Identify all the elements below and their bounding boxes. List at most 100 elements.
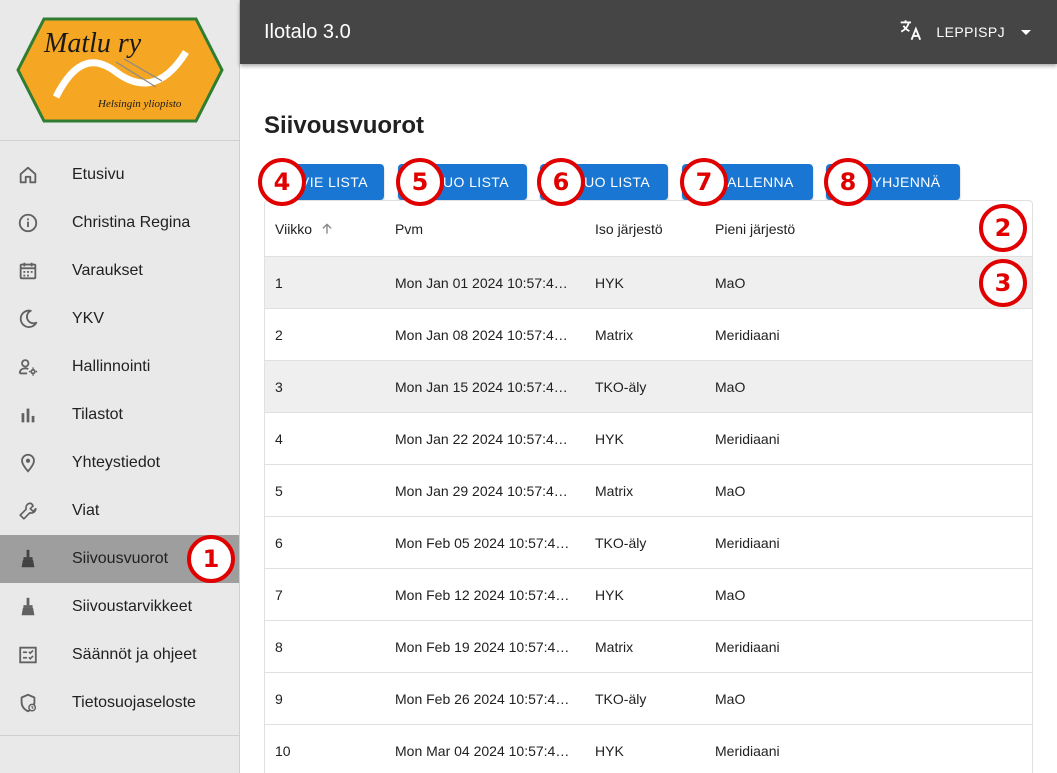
cell-pvm: Mon Jan 22 2024 10:57:49 GMT+0200 — [395, 430, 575, 447]
table-row[interactable]: 1 Mon Jan 01 2024 10:57:49 GMT+0200 HYK … — [265, 257, 1032, 309]
cell-pieni-jarjesto: Meridiaani — [715, 638, 780, 655]
page-title: Siivousvuorot — [264, 112, 425, 139]
annotation-marker-3: 3 — [979, 259, 1027, 307]
cell-iso-jarjesto: Matrix — [595, 638, 634, 655]
user-menu[interactable]: LEPPISPJ — [898, 0, 1031, 64]
cell-pieni-jarjesto: MaO — [715, 690, 746, 707]
cell-viikko: 7 — [275, 586, 283, 603]
matlu-logo-icon: Matlu ry Helsingin yliopisto — [15, 17, 224, 123]
sidebar-item-label: Hallinnointi — [72, 358, 151, 375]
sidebar-item-label: Varaukset — [72, 262, 143, 279]
cell-viikko: 9 — [275, 690, 283, 707]
sidebar-item-viat[interactable]: Viat — [0, 487, 239, 535]
home-icon — [17, 164, 39, 186]
sidebar-item-label: Etusivu — [72, 166, 125, 183]
sidebar-item-label: Siivousvuorot — [72, 550, 169, 567]
table-row[interactable]: 5 Mon Jan 29 2024 10:57:49 GMT+0200 Matr… — [265, 465, 1032, 517]
wrench-icon — [17, 500, 39, 522]
table-row[interactable]: 9 Mon Feb 26 2024 10:57:49 GMT+0200 TKO-… — [265, 673, 1032, 725]
cleaning-shifts-table: Viikko Pvm Iso järjestö Pieni järjestö 1… — [264, 200, 1033, 773]
cell-pvm: Mon Mar 04 2024 10:57:49 GMT+0200 — [395, 742, 575, 759]
annotation-marker-7: 7 — [680, 158, 728, 206]
cell-pvm: Mon Jan 15 2024 10:57:49 GMT+0200 — [395, 378, 575, 395]
cell-pvm: Mon Feb 12 2024 10:57:49 GMT+0200 — [395, 586, 575, 603]
manage-accounts-icon — [17, 356, 39, 378]
sidebar-item-saannot-ja-ohjeet[interactable]: Säännöt ja ohjeet — [0, 631, 239, 679]
table-row[interactable]: 2 Mon Jan 08 2024 10:57:49 GMT+0200 Matr… — [265, 309, 1032, 361]
cell-pvm: Mon Jan 08 2024 10:57:49 GMT+0200 — [395, 326, 575, 343]
table-row[interactable]: 10 Mon Mar 04 2024 10:57:49 GMT+0200 HYK… — [265, 725, 1032, 773]
column-header-viikko[interactable]: Viikko — [265, 221, 385, 237]
info-icon — [17, 212, 39, 234]
sidebar-item-tietosuojaseloste[interactable]: Tietosuojaseloste — [0, 679, 239, 727]
column-header-pieni-jarjesto[interactable]: Pieni järjestö — [705, 221, 885, 237]
rules-checklist-icon — [17, 644, 39, 666]
cell-pieni-jarjesto: Meridiaani — [715, 326, 780, 343]
table-row[interactable]: 4 Mon Jan 22 2024 10:57:49 GMT+0200 HYK … — [265, 413, 1032, 465]
sidebar-item-varaukset[interactable]: Varaukset — [0, 247, 239, 295]
column-header-pvm[interactable]: Pvm — [385, 221, 585, 237]
cell-iso-jarjesto: HYK — [595, 430, 624, 447]
cell-iso-jarjesto: TKO-äly — [595, 378, 647, 395]
cell-iso-jarjesto: Matrix — [595, 326, 634, 343]
sidebar-item-yhteystiedot[interactable]: Yhteystiedot — [0, 439, 239, 487]
sidebar-item-label: Yhteystiedot — [72, 454, 161, 471]
chevron-down-icon[interactable] — [1021, 29, 1031, 35]
table-row[interactable]: 8 Mon Feb 19 2024 10:57:49 GMT+0200 Matr… — [265, 621, 1032, 673]
cell-pvm: Mon Feb 05 2024 10:57:49 GMT+0200 — [395, 534, 575, 551]
cell-pvm: Mon Feb 19 2024 10:57:49 GMT+0200 — [395, 638, 575, 655]
logo-name: Matlu ry — [43, 28, 142, 59]
cell-pieni-jarjesto: Meridiaani — [715, 534, 780, 551]
translate-icon[interactable] — [898, 17, 924, 48]
button-label: VIE LISTA — [300, 174, 368, 190]
cell-pvm: Mon Feb 26 2024 10:57:49 GMT+0200 — [395, 690, 575, 707]
button-label: LUO LISTA — [575, 174, 651, 190]
table-row[interactable]: 3 Mon Jan 15 2024 10:57:49 GMT+0200 TKO-… — [265, 361, 1032, 413]
cell-iso-jarjesto: Matrix — [595, 482, 634, 499]
sidebar-nav: Etusivu Christina Regina Varaukset YKV H… — [0, 141, 239, 727]
app-header: Ilotalo 3.0 LEPPISPJ — [240, 0, 1057, 64]
cell-viikko: 2 — [275, 326, 283, 343]
moon-icon — [17, 308, 39, 330]
annotation-marker-5: 5 — [396, 158, 444, 206]
cell-iso-jarjesto: HYK — [595, 742, 624, 759]
cell-pieni-jarjesto: MaO — [715, 274, 746, 291]
user-name[interactable]: LEPPISPJ — [936, 24, 1005, 40]
sidebar-item-etusivu[interactable]: Etusivu — [0, 151, 239, 199]
privacy-shield-icon — [17, 692, 39, 714]
app-title: Ilotalo 3.0 — [264, 20, 351, 43]
cell-viikko: 10 — [275, 742, 291, 759]
annotation-marker-1: 1 — [187, 535, 235, 583]
sidebar-item-label: YKV — [72, 310, 105, 327]
arrow-up-icon — [322, 222, 332, 234]
sidebar-item-tilastot[interactable]: Tilastot — [0, 391, 239, 439]
column-header-iso-jarjesto[interactable]: Iso järjestö — [585, 221, 705, 237]
sidebar-item-siivoustarvikkeet[interactable]: Siivoustarvikkeet — [0, 583, 239, 631]
logo[interactable]: Matlu ry Helsingin yliopisto — [0, 0, 239, 141]
sidebar-item-label: Siivoustarvikkeet — [72, 598, 193, 615]
cell-viikko: 3 — [275, 378, 283, 395]
cell-pieni-jarjesto: Meridiaani — [715, 742, 780, 759]
cell-iso-jarjesto: HYK — [595, 274, 624, 291]
cell-pvm: Mon Jan 29 2024 10:57:49 GMT+0200 — [395, 482, 575, 499]
calendar-icon — [17, 260, 39, 282]
sidebar-item-label: Tietosuojaseloste — [72, 694, 196, 711]
sidebar-item-ykv[interactable]: YKV — [0, 295, 239, 343]
table-row[interactable]: 6 Mon Feb 05 2024 10:57:49 GMT+0200 TKO-… — [265, 517, 1032, 569]
button-label: TYHJENNÄ — [863, 174, 941, 190]
sidebar-item-hallinnointi[interactable]: Hallinnointi — [0, 343, 239, 391]
sidebar: Matlu ry Helsingin yliopisto Etusivu Chr… — [0, 0, 240, 773]
logo-subtitle: Helsingin yliopisto — [97, 98, 182, 110]
annotation-marker-2: 2 — [979, 204, 1027, 252]
broom-icon — [17, 548, 39, 570]
cell-pieni-jarjesto: Meridiaani — [715, 430, 780, 447]
cell-viikko: 8 — [275, 638, 283, 655]
cell-pieni-jarjesto: MaO — [715, 586, 746, 603]
sidebar-item-label: Viat — [72, 502, 100, 519]
table-row[interactable]: 7 Mon Feb 12 2024 10:57:49 GMT+0200 HYK … — [265, 569, 1032, 621]
cell-iso-jarjesto: HYK — [595, 586, 624, 603]
button-label: TALLENNA — [719, 174, 794, 190]
cell-pieni-jarjesto: MaO — [715, 378, 746, 395]
cell-iso-jarjesto: TKO-äly — [595, 690, 647, 707]
sidebar-item-christina-regina[interactable]: Christina Regina — [0, 199, 239, 247]
